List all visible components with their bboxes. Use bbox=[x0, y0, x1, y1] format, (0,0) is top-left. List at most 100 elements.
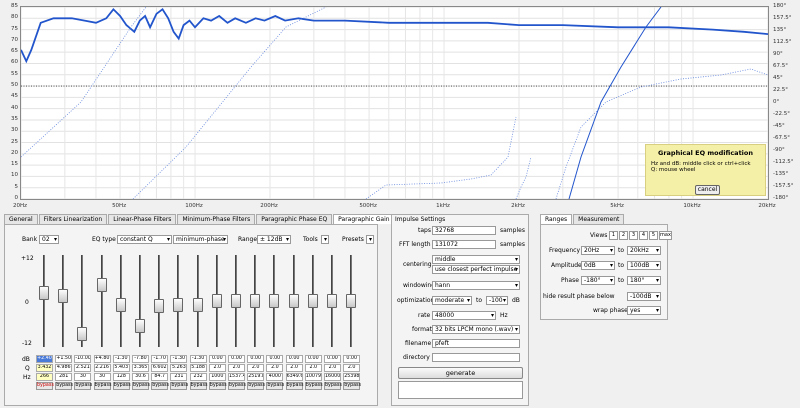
view-button-2[interactable]: 2 bbox=[619, 231, 628, 240]
windowing-select[interactable]: hann bbox=[432, 281, 520, 290]
band-bypass-button[interactable]: bypass bbox=[170, 382, 188, 390]
band-hz-field[interactable]: 10079 bbox=[304, 373, 322, 381]
band-gain-slider-thumb[interactable] bbox=[211, 294, 222, 308]
band-bypass-button[interactable]: bypass bbox=[112, 382, 131, 390]
band-gain-slider-thumb[interactable] bbox=[307, 294, 318, 308]
band-db-field[interactable]: 0.00 bbox=[324, 355, 341, 363]
band-hz-field[interactable]: 30 bbox=[93, 373, 111, 381]
frequency-response-graph[interactable]: 85 80 75 70 65 60 55 50 45 40 35 30 25 20 15 10 5 0 180° 1… bbox=[0, 0, 800, 212]
fft-length-input[interactable]: 131072 bbox=[432, 240, 496, 249]
band-db-field[interactable]: 0.00 bbox=[247, 355, 265, 363]
band-q-field[interactable]: 2.521 bbox=[74, 364, 92, 372]
filename-input[interactable]: pfeft bbox=[432, 339, 520, 348]
band-q-field[interactable]: 2.0 bbox=[304, 364, 322, 372]
band-hz-field[interactable]: 84.7 bbox=[151, 373, 169, 381]
hide-phase-select[interactable]: -100dB bbox=[627, 292, 661, 301]
cancel-button[interactable]: cancel bbox=[695, 185, 720, 195]
tab-linear-phase-filters[interactable]: Linear-Phase Filters bbox=[108, 214, 177, 224]
slider-track[interactable] bbox=[139, 255, 141, 347]
tab-measurement[interactable]: Measurement bbox=[573, 214, 625, 224]
view-button-3[interactable]: 3 bbox=[629, 231, 638, 240]
band-db-field[interactable]: -7.80 bbox=[132, 355, 149, 363]
tab-filters-linearization[interactable]: Filters Linearization bbox=[38, 214, 108, 224]
optimization-select[interactable]: moderate bbox=[432, 296, 472, 305]
tab-minimum-phase-filters[interactable]: Minimum-Phase Filters bbox=[177, 214, 256, 224]
frequency-to-select[interactable]: 20kHz bbox=[627, 246, 661, 255]
directory-input[interactable] bbox=[432, 353, 520, 362]
phase-to-select[interactable]: 180° bbox=[627, 276, 661, 285]
band-q-field[interactable]: 5.188 bbox=[189, 364, 207, 372]
optimization-db-select[interactable]: -100 bbox=[486, 296, 508, 305]
presets-dropdown[interactable] bbox=[366, 235, 374, 244]
band-q-field[interactable]: 2.0 bbox=[324, 364, 341, 372]
band-db-field[interactable]: +1.50 bbox=[55, 355, 73, 363]
band-bypass-button[interactable]: bypass bbox=[189, 382, 207, 390]
band-gain-slider-thumb[interactable] bbox=[96, 278, 107, 293]
phase-type-select[interactable]: minimum-phase bbox=[173, 235, 228, 244]
band-bypass-button[interactable]: bypass bbox=[343, 382, 361, 390]
band-db-field[interactable]: 0.00 bbox=[266, 355, 284, 363]
band-hz-field[interactable]: 30 bbox=[74, 373, 92, 381]
band-bypass-button[interactable]: bypass bbox=[208, 382, 227, 390]
band-hz-field[interactable]: 232 bbox=[189, 373, 207, 381]
band-q-field[interactable]: 2.0 bbox=[228, 364, 245, 372]
band-q-field[interactable]: 2.0 bbox=[266, 364, 284, 372]
band-db-field[interactable]: 0.00 bbox=[285, 355, 303, 363]
band-gain-slider-thumb[interactable] bbox=[135, 318, 145, 333]
band-hz-field[interactable]: 266 bbox=[36, 373, 53, 381]
centering-mode-select[interactable]: use closest perfect impulse bbox=[432, 265, 520, 274]
taps-input[interactable]: 32768 bbox=[432, 226, 496, 235]
eq-type-select[interactable]: constant Q bbox=[117, 235, 172, 244]
band-gain-slider-thumb[interactable] bbox=[77, 326, 88, 341]
view-button-5[interactable]: 5 bbox=[649, 231, 658, 240]
tab-general[interactable]: General bbox=[4, 214, 38, 224]
band-db-field[interactable]: +4.80 bbox=[93, 355, 111, 363]
tab-ranges[interactable]: Ranges bbox=[540, 214, 573, 224]
band-hz-field[interactable]: 16000 bbox=[324, 373, 341, 381]
frequency-from-select[interactable]: 20Hz bbox=[581, 246, 615, 255]
tools-dropdown[interactable] bbox=[321, 235, 329, 244]
tab-paragraphic-phase-eq[interactable]: Paragraphic Phase EQ bbox=[256, 214, 333, 224]
slider-track[interactable] bbox=[100, 255, 103, 347]
rate-select[interactable]: 48000 bbox=[432, 311, 496, 320]
band-db-field[interactable]: -1.30 bbox=[170, 355, 188, 363]
band-q-field[interactable]: 2.0 bbox=[208, 364, 226, 372]
band-db-field[interactable]: -1.30 bbox=[189, 355, 207, 363]
band-db-field[interactable]: 0.00 bbox=[228, 355, 245, 363]
band-db-field[interactable]: -1.70 bbox=[151, 355, 169, 363]
band-bypass-button[interactable]: bypass bbox=[247, 382, 265, 390]
band-gain-slider-thumb[interactable] bbox=[288, 294, 299, 308]
view-button-4[interactable]: 4 bbox=[639, 231, 648, 240]
amplitude-from-select[interactable]: 0dB bbox=[581, 261, 615, 270]
band-hz-field[interactable]: 1537.4 bbox=[228, 373, 245, 381]
band-gain-slider-thumb[interactable] bbox=[173, 297, 184, 312]
band-q-field[interactable]: 3.432 bbox=[36, 364, 53, 372]
band-gain-slider-thumb[interactable] bbox=[250, 294, 261, 308]
band-db-field[interactable]: -1.30 bbox=[112, 355, 130, 363]
band-bypass-button[interactable]: bypass bbox=[36, 382, 54, 390]
band-bypass-button[interactable]: bypass bbox=[93, 382, 111, 390]
centering-select[interactable]: middle bbox=[432, 255, 520, 264]
band-db-field[interactable]: 0.00 bbox=[208, 355, 226, 363]
band-q-field[interactable]: 5.403 bbox=[112, 364, 130, 372]
band-hz-field[interactable]: 4000 bbox=[266, 373, 284, 381]
band-bypass-button[interactable]: bypass bbox=[132, 382, 150, 390]
band-gain-slider-thumb[interactable] bbox=[154, 299, 165, 314]
band-gain-slider-thumb[interactable] bbox=[192, 297, 203, 312]
band-gain-slider-thumb[interactable] bbox=[327, 294, 337, 308]
band-gain-slider-thumb[interactable] bbox=[269, 294, 280, 308]
band-db-field[interactable]: +2.40 bbox=[36, 355, 53, 363]
wrap-phase-select[interactable]: yes bbox=[627, 306, 661, 315]
band-bypass-button[interactable]: bypass bbox=[228, 382, 246, 390]
band-q-field[interactable]: 5.263 bbox=[170, 364, 188, 372]
band-hz-field[interactable]: 6349.6 bbox=[285, 373, 303, 381]
band-db-field[interactable]: -10.00 bbox=[74, 355, 92, 363]
band-bypass-button[interactable]: bypass bbox=[74, 382, 92, 390]
band-hz-field[interactable]: 25398 bbox=[343, 373, 361, 381]
band-db-field[interactable]: 0.00 bbox=[343, 355, 361, 363]
view-button-max[interactable]: max bbox=[659, 231, 672, 240]
band-gain-slider-thumb[interactable] bbox=[231, 294, 241, 308]
band-bypass-button[interactable]: bypass bbox=[151, 382, 169, 390]
band-q-field[interactable]: 2.0 bbox=[343, 364, 361, 372]
slider-track[interactable] bbox=[43, 255, 45, 347]
